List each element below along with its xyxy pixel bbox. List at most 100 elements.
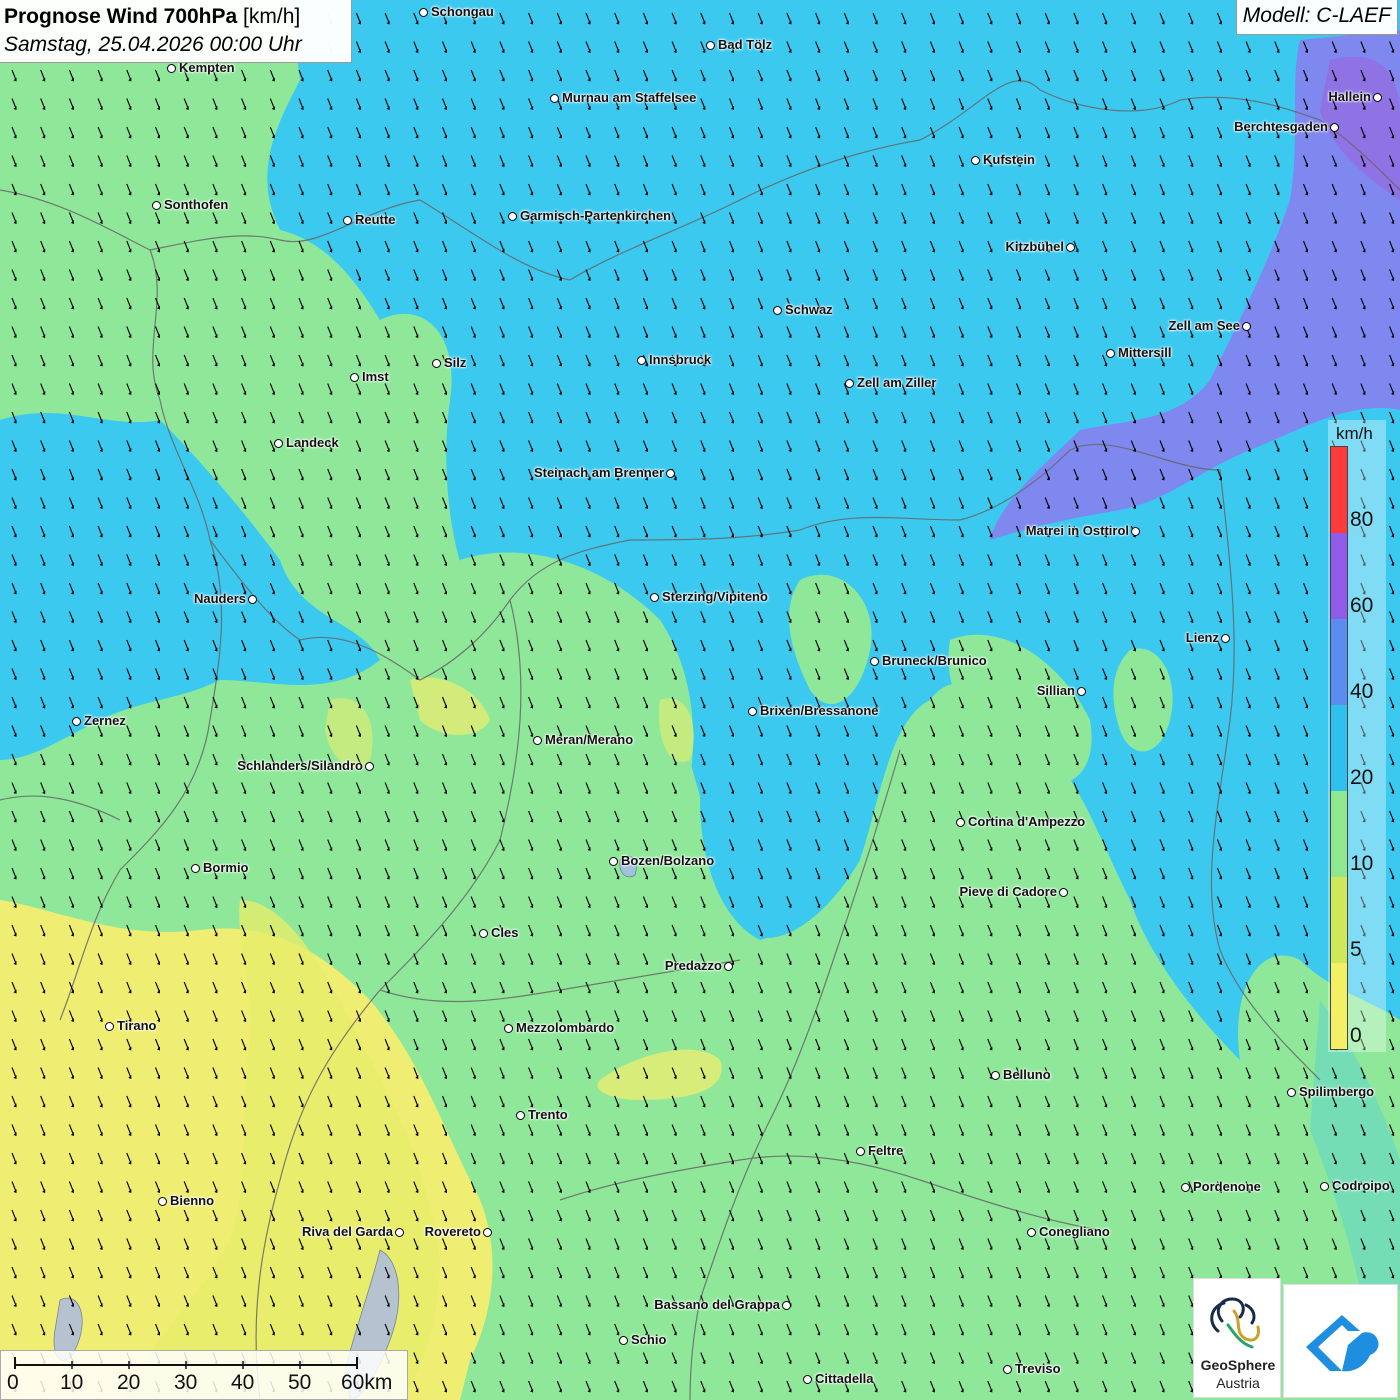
city-marker [845, 379, 854, 388]
city-label[interactable]: Matrei in Osttirol [1026, 523, 1129, 538]
city-label[interactable]: Cittadella [815, 1371, 874, 1386]
city-label[interactable]: Rovereto [425, 1224, 481, 1239]
city-label[interactable]: Schio [631, 1332, 666, 1347]
city-label[interactable]: Pordenone [1193, 1179, 1261, 1194]
scale-bar-line [14, 1357, 358, 1369]
city-label[interactable]: Zernez [84, 713, 126, 728]
app-logo[interactable] [1283, 1284, 1398, 1398]
city-label[interactable]: Reutte [355, 212, 395, 227]
city-marker [72, 717, 81, 726]
city-marker [1027, 1228, 1036, 1237]
city-label[interactable]: Treviso [1015, 1361, 1061, 1376]
city-label[interactable]: Bormio [203, 860, 249, 875]
legend-unit: km/h [1336, 424, 1373, 443]
city-marker [706, 41, 715, 50]
city-marker [650, 593, 659, 602]
city-label[interactable]: Kufstein [983, 152, 1035, 167]
scale-bar: 0 10 20 30 40 50 60km [0, 1350, 408, 1400]
city-label[interactable]: Innsbruck [649, 352, 711, 367]
city-label[interactable]: Steinach am Brenner [534, 465, 664, 480]
city-label[interactable]: Trento [528, 1107, 568, 1122]
legend-seg-0 [1331, 963, 1347, 1049]
city-marker [1373, 93, 1382, 102]
app-logo-icon [1306, 1315, 1379, 1372]
city-label[interactable]: Silz [444, 355, 466, 370]
city-marker [1181, 1183, 1190, 1192]
city-marker [1059, 888, 1068, 897]
city-label[interactable]: Murnau am Staffelsee [562, 90, 696, 105]
city-marker [1320, 1182, 1329, 1191]
city-label[interactable]: Tirano [117, 1018, 157, 1033]
city-marker [956, 818, 965, 827]
city-label[interactable]: Sterzing/Vipiteno [662, 589, 768, 604]
legend-seg-60 [1331, 533, 1347, 619]
model-label: Modell: C-LAEF [1235, 0, 1398, 35]
city-label[interactable]: Bad Tölz [718, 37, 772, 52]
city-label[interactable]: Sonthofen [164, 197, 228, 212]
city-label[interactable]: Sillian [1037, 683, 1075, 698]
city-label[interactable]: Nauders [194, 591, 246, 606]
scale-tick-20: 20 [117, 1371, 141, 1394]
geosphere-logo[interactable]: GeoSphere Austria [1193, 1278, 1281, 1398]
city-label[interactable]: Imst [362, 369, 389, 384]
city-marker [365, 762, 374, 771]
city-label[interactable]: Schwaz [785, 302, 833, 317]
city-label[interactable]: Zell am Ziller [857, 375, 936, 390]
city-label[interactable]: Bienno [170, 1193, 214, 1208]
city-label[interactable]: Hallein [1328, 89, 1371, 104]
city-marker [1131, 527, 1140, 536]
city-label[interactable]: Landeck [286, 435, 339, 450]
city-label[interactable]: Cles [491, 925, 518, 940]
city-label[interactable]: Codroipo [1332, 1178, 1390, 1193]
city-label[interactable]: Schongau [431, 4, 494, 19]
city-label[interactable]: Predazzo [665, 958, 722, 973]
city-marker [350, 373, 359, 382]
city-marker [1106, 349, 1115, 358]
city-marker [395, 1228, 404, 1237]
city-label[interactable]: Bassano del Grappa [654, 1297, 780, 1312]
city-label[interactable]: Zell am See [1168, 318, 1240, 333]
city-label[interactable]: Conegliano [1039, 1224, 1110, 1239]
city-marker [609, 857, 618, 866]
legend-label-80: 80 [1350, 508, 1374, 531]
legend-label-40: 40 [1350, 680, 1374, 703]
city-marker [343, 216, 352, 225]
city-label[interactable]: Riva del Garda [302, 1224, 393, 1239]
title-main: Prognose Wind 700hPa [4, 5, 238, 28]
city-label[interactable]: Cortina d'Ampezzo [968, 814, 1085, 829]
city-marker [516, 1111, 525, 1120]
city-label[interactable]: Belluno [1003, 1067, 1051, 1082]
city-marker [483, 1228, 492, 1237]
city-marker [419, 8, 428, 17]
city-label[interactable]: Berchtesgaden [1234, 119, 1328, 134]
city-label[interactable]: Brixen/Bressanone [760, 703, 879, 718]
city-marker [748, 707, 757, 716]
city-marker [105, 1022, 114, 1031]
city-label[interactable]: Kitzbühel [1006, 239, 1065, 254]
title-box: Prognose Wind 700hPa [km/h] Samstag, 25.… [0, 0, 352, 63]
city-label[interactable]: Mittersill [1118, 345, 1171, 360]
legend-label-60: 60 [1350, 594, 1374, 617]
city-label[interactable]: Bruneck/Brunico [882, 653, 987, 668]
legend-seg-5 [1331, 877, 1347, 963]
city-label[interactable]: Schlanders/Silandro [237, 758, 363, 773]
legend-seg-10 [1331, 791, 1347, 877]
city-marker [637, 356, 646, 365]
city-label[interactable]: Bozen/Bolzano [621, 853, 714, 868]
city-marker [504, 1024, 513, 1033]
city-label[interactable]: Pieve di Cadore [959, 884, 1057, 899]
city-label[interactable]: Feltre [868, 1143, 903, 1158]
city-label[interactable]: Mezzolombardo [516, 1020, 614, 1035]
page-title: Prognose Wind 700hPa [km/h] [4, 3, 351, 31]
wind-map: Schongau Bad Tölz Kempten Murnau am Staffel… [0, 0, 1400, 1400]
city-label[interactable]: Lienz [1186, 630, 1219, 645]
forecast-datetime: Samstag, 25.04.2026 00:00 Uhr [4, 33, 302, 56]
city-marker [1242, 322, 1251, 331]
city-marker [1003, 1365, 1012, 1374]
city-label[interactable]: Garmisch-Partenkirchen [520, 208, 671, 223]
city-label[interactable]: Meran/Merano [545, 732, 633, 747]
city-marker [152, 201, 161, 210]
scale-tick-60: 60km [341, 1371, 393, 1394]
title-unit: [km/h] [243, 5, 301, 28]
city-label[interactable]: Spilimbergo [1299, 1084, 1374, 1099]
